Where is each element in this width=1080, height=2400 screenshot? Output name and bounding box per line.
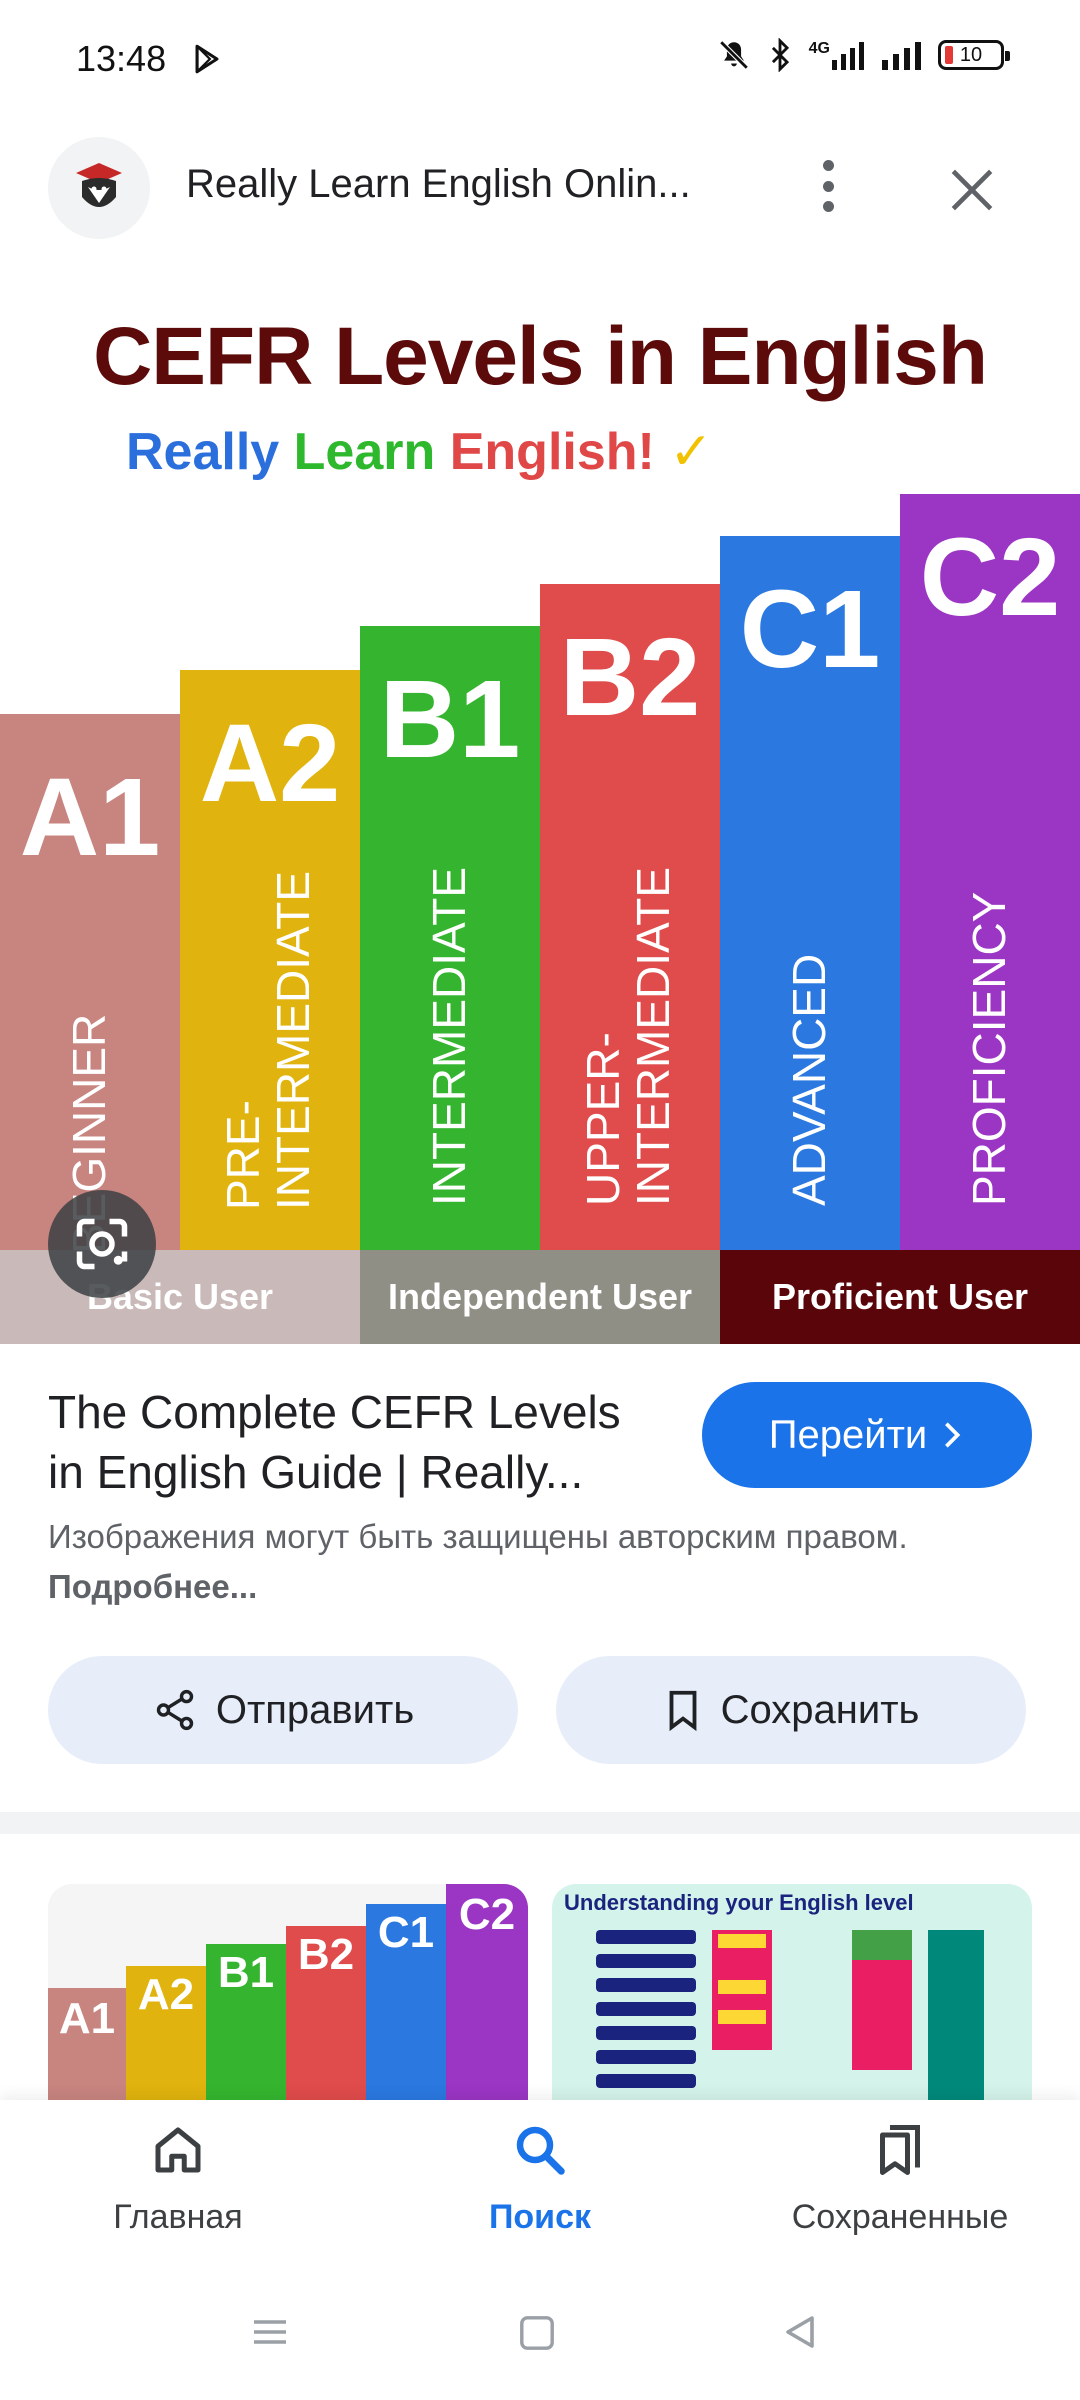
site-logo-icon xyxy=(76,163,122,207)
mute-icon xyxy=(719,40,749,70)
level-label: ADVANCED xyxy=(783,953,835,1206)
hero-subtitle-word: ✓ xyxy=(669,423,713,481)
home-icon xyxy=(155,2127,201,2173)
share-icon xyxy=(156,1689,194,1731)
bookmark-icon xyxy=(669,1690,697,1732)
user-band-proficient: Proficient User xyxy=(720,1250,1080,1344)
battery-icon: 10 xyxy=(938,40,1010,70)
lens-search-button[interactable] xyxy=(48,1190,156,1298)
save-button-label: Сохранить xyxy=(720,1687,920,1732)
thumb-code: A1 xyxy=(58,1994,116,2043)
level-code: C2 xyxy=(919,516,1061,639)
thumb-code: A2 xyxy=(137,1970,195,2019)
nav-search[interactable]: Поиск xyxy=(410,2120,670,2237)
system-navigation xyxy=(0,2270,1080,2400)
back-icon[interactable] xyxy=(780,2312,820,2352)
thumb2-graphic xyxy=(596,1930,984,2100)
copyright-text: Изображения могут быть защищены авторски… xyxy=(48,1518,908,1555)
close-icon[interactable] xyxy=(944,162,1000,218)
site-title[interactable]: Really Learn English Onlin... xyxy=(186,162,691,207)
status-time: 13:48 xyxy=(76,38,167,79)
level-code: C1 xyxy=(739,568,881,691)
thumb-bar: A2 xyxy=(126,1966,206,2100)
signal-icon xyxy=(882,42,921,70)
level-bar-b2: B2 UPPER- INTERMEDIATE xyxy=(540,584,720,1254)
save-button[interactable]: Сохранить xyxy=(556,1656,1026,1764)
thumb-bar: B1 xyxy=(206,1944,286,2100)
nav-home[interactable]: Главная xyxy=(48,2120,308,2237)
nav-saved[interactable]: Сохраненные xyxy=(770,2120,1030,2237)
thumb-code: B2 xyxy=(297,1930,355,1979)
more-vert-icon xyxy=(822,160,834,171)
play-store-icon xyxy=(195,44,219,74)
site-avatar[interactable] xyxy=(48,137,150,239)
collections-icon xyxy=(880,2125,920,2175)
thumb-bar: C2 xyxy=(446,1884,528,2100)
share-button-label: Отправить xyxy=(215,1687,415,1732)
level-label: PROFICIENCY xyxy=(963,891,1015,1206)
level-bar-b1: B1 INTERMEDIATE xyxy=(360,626,540,1254)
menu-icon[interactable] xyxy=(250,2312,290,2352)
learn-more-link[interactable]: Подробнее... xyxy=(48,1568,257,1605)
network-type: 4G xyxy=(808,40,830,57)
viewer-header: Really Learn English Onlin... xyxy=(0,130,1080,245)
level-bar-c2: C2 PROFICIENCY xyxy=(900,494,1080,1254)
hero-subtitle-word: Learn xyxy=(293,423,436,481)
chevron-right-icon xyxy=(945,1422,961,1448)
level-code: B2 xyxy=(559,616,701,739)
section-divider xyxy=(0,1812,1080,1834)
result-title[interactable]: The Complete CEFR Levels in English Guid… xyxy=(48,1382,668,1502)
level-bar-c1: C1 ADVANCED xyxy=(720,536,900,1254)
level-bar-a1: A1 BEGINNER xyxy=(0,714,180,1254)
thumb-bar: C1 xyxy=(366,1904,446,2100)
bottom-navigation: Главная Поиск Сохраненные xyxy=(0,2100,1080,2270)
share-button[interactable]: Отправить xyxy=(48,1656,518,1764)
status-icons: 4G 10 xyxy=(717,38,1010,72)
battery-level: 10 xyxy=(959,43,983,66)
thumb2-title: Understanding your English level xyxy=(564,1890,914,1915)
home-square-icon[interactable] xyxy=(518,2314,556,2352)
hero-subtitle: Really Learn English! ✓ xyxy=(126,422,713,482)
level-label: UPPER- INTERMEDIATE xyxy=(577,866,679,1206)
visit-button-label: Перейти xyxy=(768,1412,928,1457)
status-bar: 13:48 4G 10 xyxy=(0,0,1080,120)
thumb-code: C1 xyxy=(377,1908,435,1957)
thumb-bar: A1 xyxy=(48,1988,126,2100)
hero-subtitle-word: English! xyxy=(449,423,655,481)
thumb-code: C2 xyxy=(458,1890,516,1939)
signal-4g-icon: 4G xyxy=(809,40,866,70)
level-code: B1 xyxy=(379,658,521,781)
user-band-independent: Independent User xyxy=(360,1250,720,1344)
level-label: PRE- INTERMEDIATE xyxy=(217,870,319,1210)
nav-saved-label: Сохраненные xyxy=(791,2198,1009,2236)
bluetooth-icon xyxy=(771,38,789,72)
more-options-button[interactable] xyxy=(808,154,848,218)
level-label: INTERMEDIATE xyxy=(423,866,475,1206)
level-code: A1 xyxy=(19,756,161,879)
related-image-1[interactable]: A1 A2 B1 B2 C1 C2 xyxy=(48,1884,528,2100)
level-bar-a2: A2 PRE- INTERMEDIATE xyxy=(180,670,360,1254)
hero-image[interactable]: CEFR Levels in English Really Learn Engl… xyxy=(0,272,1080,1344)
level-code: A2 xyxy=(199,702,341,825)
hero-title: CEFR Levels in English xyxy=(93,311,988,402)
related-image-2[interactable]: Understanding your English level xyxy=(552,1884,1032,2100)
thumb-code: B1 xyxy=(217,1948,275,1997)
lens-icon xyxy=(76,1218,128,1270)
visit-button[interactable]: Перейти xyxy=(702,1382,1032,1488)
nav-home-label: Главная xyxy=(113,2198,243,2236)
search-icon xyxy=(516,2126,565,2175)
hero-subtitle-word: Really xyxy=(126,423,280,481)
copyright-notice: Изображения могут быть защищены авторски… xyxy=(48,1512,988,1612)
thumb-bar: B2 xyxy=(286,1926,366,2100)
nav-search-label: Поиск xyxy=(488,2198,592,2236)
